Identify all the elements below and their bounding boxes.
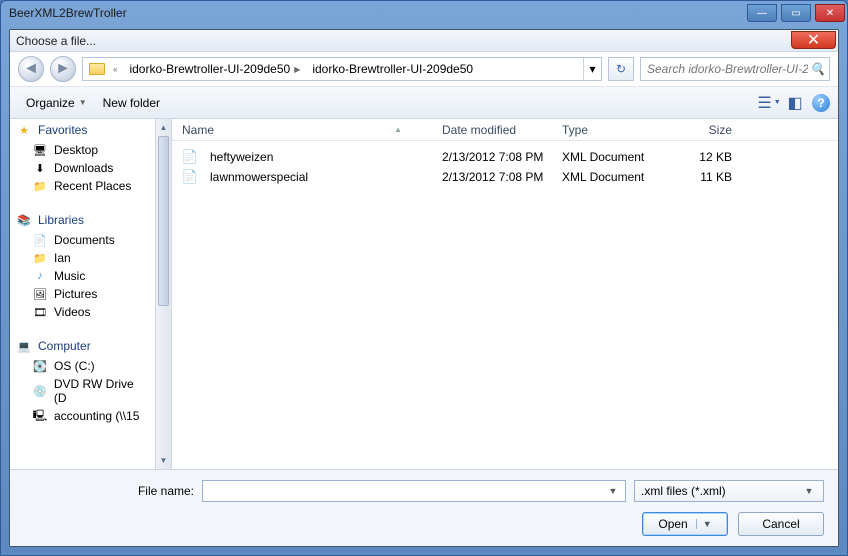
recent-icon: 📁 xyxy=(32,179,48,193)
tree-item-desktop[interactable]: 🖥Desktop xyxy=(10,141,155,159)
app-window: BeerXML2BrewTroller — ▭ ✕ Choose a file.… xyxy=(0,0,848,556)
scroll-down-button[interactable]: ▼ xyxy=(156,452,171,469)
file-list: Name▲ Date modified Type Size heftyweize… xyxy=(172,119,838,469)
title-bar: BeerXML2BrewTroller — ▭ ✕ xyxy=(1,1,847,25)
tree-item-pictures[interactable]: 🖼Pictures xyxy=(10,285,155,303)
tree-item-videos[interactable]: 🎞Videos xyxy=(10,303,155,321)
tree-item-documents[interactable]: 📄Documents xyxy=(10,231,155,249)
address-root[interactable]: « xyxy=(83,58,123,80)
dvd-icon: 💿 xyxy=(32,384,48,398)
tree-scrollbar[interactable]: ▲ ▼ xyxy=(155,119,172,469)
tree-item-dvd[interactable]: 💿DVD RW Drive (D xyxy=(10,375,155,407)
network-drive-icon: 🖳 xyxy=(32,409,48,423)
window-controls: — ▭ ✕ xyxy=(747,4,845,22)
downloads-icon: ⬇ xyxy=(32,161,48,175)
star-icon: ★ xyxy=(16,123,32,137)
new-folder-button[interactable]: New folder xyxy=(95,93,168,113)
scroll-thumb[interactable] xyxy=(158,136,169,306)
cancel-button[interactable]: Cancel xyxy=(738,512,824,536)
tree-item-music[interactable]: ♪Music xyxy=(10,267,155,285)
forward-button[interactable]: ► xyxy=(50,56,76,82)
file-type-filter[interactable]: .xml files (*.xml) ▼ xyxy=(634,480,824,502)
favorites-header[interactable]: ★Favorites xyxy=(10,119,155,141)
files-area: heftyweizen 2/13/2012 7:08 PM XML Docume… xyxy=(172,141,838,469)
folder-icon: 📁 xyxy=(32,251,48,265)
search-icon: 🔍 xyxy=(810,62,825,76)
file-row[interactable]: heftyweizen 2/13/2012 7:08 PM XML Docume… xyxy=(172,147,838,167)
documents-icon: 📄 xyxy=(32,233,48,247)
dialog-title-bar: Choose a file... ✕ xyxy=(10,30,838,52)
nav-tree: ★Favorites 🖥Desktop ⬇Downloads 📁Recent P… xyxy=(10,119,155,469)
search-input[interactable] xyxy=(645,61,810,77)
libraries-header[interactable]: 📚Libraries xyxy=(10,209,155,231)
tree-item-os-c[interactable]: 💽OS (C:) xyxy=(10,357,155,375)
file-name-row: File name: ▼ .xml files (*.xml) ▼ xyxy=(24,480,824,502)
file-name-input[interactable] xyxy=(207,483,605,499)
chevron-right-icon: ▶ xyxy=(294,65,300,74)
tree-item-downloads[interactable]: ⬇Downloads xyxy=(10,159,155,177)
music-icon: ♪ xyxy=(32,269,48,283)
file-name-dropdown[interactable]: ▼ xyxy=(605,486,621,496)
dialog-close-button[interactable]: ✕ xyxy=(791,31,836,49)
tree-item-network-drive[interactable]: 🖳accounting (\\15 xyxy=(10,407,155,425)
minimize-button[interactable]: — xyxy=(747,4,777,22)
help-button[interactable]: ? xyxy=(812,94,830,112)
refresh-button[interactable]: ↻ xyxy=(608,57,634,81)
nav-row: ◄ ► « idorko-Brewtroller-UI-209de50▶ ido… xyxy=(10,52,838,87)
file-name-combo[interactable]: ▼ xyxy=(202,480,626,502)
organize-button[interactable]: Organize ▼ xyxy=(18,93,95,113)
tree-item-ian[interactable]: 📁Ian xyxy=(10,249,155,267)
dialog-title: Choose a file... xyxy=(10,34,791,48)
col-type-header[interactable]: Type xyxy=(562,123,672,137)
breadcrumb-seg-1[interactable]: idorko-Brewtroller-UI-209de50 xyxy=(306,58,479,80)
open-split-dropdown[interactable]: ▼ xyxy=(696,519,712,529)
file-name-label: File name: xyxy=(24,484,194,498)
pictures-icon: 🖼 xyxy=(32,287,48,301)
address-dropdown[interactable]: ▾ xyxy=(583,58,601,80)
folder-icon xyxy=(89,63,105,75)
filter-dropdown[interactable]: ▼ xyxy=(801,486,817,496)
disk-icon: 💽 xyxy=(32,359,48,373)
computer-header[interactable]: 💻Computer xyxy=(10,335,155,357)
videos-icon: 🎞 xyxy=(32,305,48,319)
address-bar[interactable]: « idorko-Brewtroller-UI-209de50▶ idorko-… xyxy=(82,57,602,81)
dialog-body: ★Favorites 🖥Desktop ⬇Downloads 📁Recent P… xyxy=(10,119,838,469)
col-name-header[interactable]: Name▲ xyxy=(182,123,442,137)
computer-icon: 💻 xyxy=(16,339,32,353)
tree-item-recent[interactable]: 📁Recent Places xyxy=(10,177,155,195)
chevron-left-icon: « xyxy=(113,65,117,74)
xml-file-icon xyxy=(182,149,198,165)
breadcrumb-seg-0[interactable]: idorko-Brewtroller-UI-209de50▶ xyxy=(123,58,306,80)
button-row: Open▼ Cancel xyxy=(24,512,824,536)
app-title: BeerXML2BrewTroller xyxy=(9,6,127,20)
col-date-header[interactable]: Date modified xyxy=(442,123,562,137)
chevron-down-icon: ▼ xyxy=(79,98,87,107)
column-headers: Name▲ Date modified Type Size xyxy=(172,119,838,141)
preview-pane-button[interactable]: ◧ xyxy=(784,93,806,113)
desktop-icon: 🖥 xyxy=(32,143,48,157)
xml-file-icon xyxy=(182,169,198,185)
file-dialog: Choose a file... ✕ ◄ ► « idorko-Brewtrol… xyxy=(9,29,839,547)
toolbar: Organize ▼ New folder ☰ ▼ ◧ ? xyxy=(10,87,838,119)
open-button[interactable]: Open▼ xyxy=(642,512,728,536)
close-button[interactable]: ✕ xyxy=(815,4,845,22)
libraries-icon: 📚 xyxy=(16,213,32,227)
col-size-header[interactable]: Size xyxy=(672,123,732,137)
scroll-up-button[interactable]: ▲ xyxy=(156,119,171,136)
maximize-button[interactable]: ▭ xyxy=(781,4,811,22)
search-box[interactable]: 🔍 xyxy=(640,57,830,81)
file-row[interactable]: lawnmowerspecial 2/13/2012 7:08 PM XML D… xyxy=(172,167,838,187)
back-button[interactable]: ◄ xyxy=(18,56,44,82)
dialog-footer: File name: ▼ .xml files (*.xml) ▼ Open▼ … xyxy=(10,469,838,546)
sort-asc-icon: ▲ xyxy=(394,125,402,134)
view-mode-button[interactable]: ☰ ▼ xyxy=(758,93,780,113)
